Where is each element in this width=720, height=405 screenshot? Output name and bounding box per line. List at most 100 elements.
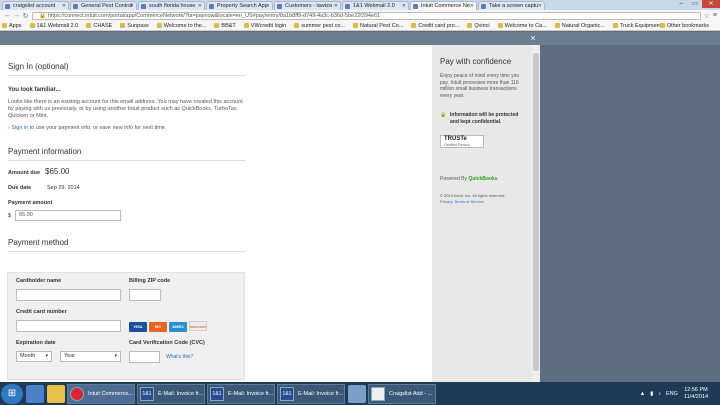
bookmark-item[interactable]: VWcredit login — [243, 23, 286, 29]
bookmark-label: summer pest co... — [301, 22, 345, 29]
bookmark-item[interactable]: Apps — [2, 23, 22, 29]
clock[interactable]: 12:56 PM 11/4/2014 — [684, 387, 708, 401]
bookmark-item[interactable]: Natural Pest Co... — [352, 23, 403, 29]
ie-icon[interactable] — [26, 384, 44, 403]
confidence-title: Pay with confidence — [440, 57, 512, 66]
language-indicator[interactable]: ENG — [666, 391, 678, 397]
window-close-icon[interactable]: ✕ — [702, 0, 720, 8]
bookmark-item[interactable]: Welcome to the... — [156, 22, 207, 29]
month-select[interactable]: Month ▾ — [16, 351, 52, 362]
bookmark-item[interactable]: CHASE — [86, 23, 112, 29]
taskbar-item[interactable]: 1&1 E-Mail: Invoice fr... — [137, 383, 205, 404]
bookmark-icon — [554, 23, 560, 28]
bookmark-icon — [294, 23, 300, 28]
scrollbar-thumb[interactable] — [533, 53, 539, 371]
maximize-icon[interactable]: ▭ — [688, 0, 702, 8]
bookmark-item[interactable]: 1&1 Webmail 2.0 — [29, 22, 79, 29]
tab-bar: craigslist account ✕ General Pest Control… — [0, 0, 720, 10]
close-tab-icon[interactable]: ✕ — [402, 2, 406, 10]
bookmark-icon — [352, 23, 358, 28]
familiar-heading: You look familiar... — [8, 87, 61, 93]
close-tab-icon[interactable]: ✕ — [130, 2, 134, 10]
system-tray: ▲ ▮ ♪ ENG 12:56 PM 11/4/2014 — [640, 382, 720, 405]
close-tab-icon[interactable]: ✕ — [198, 2, 202, 10]
bookmark-item[interactable]: BB&T — [214, 23, 236, 29]
payment-amount-input[interactable]: 65.00 — [15, 210, 121, 221]
tab-label: Property Search App — [217, 3, 268, 9]
browser-tab[interactable]: 1&1 Webmail 2.0 ✕ — [342, 1, 409, 10]
taskbar-item[interactable]: 1&1 E-Mail: Invoice fr... — [207, 383, 275, 404]
browser-tab[interactable]: Property Search App ✕ — [206, 1, 273, 10]
back-icon[interactable]: ← — [3, 12, 12, 19]
start-button[interactable]: ⊞ — [1, 383, 23, 404]
bookmark-label: Truck Equipment — [619, 22, 662, 29]
protected-text: Information will be protected and kept c… — [450, 112, 519, 125]
bookmark-item[interactable]: Sunpass — [120, 23, 149, 29]
close-tab-icon[interactable]: ✕ — [266, 2, 270, 10]
network-icon[interactable]: ▮ — [650, 391, 653, 397]
truste-label: TRUSTe — [444, 136, 467, 142]
other-bookmarks[interactable]: Other bookmarks — [659, 23, 709, 29]
clock-date: 11/4/2014 — [683, 393, 708, 400]
privacy-link[interactable]: Privacy — [440, 199, 453, 204]
divider — [8, 75, 246, 76]
url-input[interactable]: 🔒 https://connect.intuit.com/portal/app/C… — [32, 11, 701, 20]
bookmark-item[interactable]: summer pest co... — [294, 23, 345, 29]
signin-link[interactable]: Sign in — [11, 125, 28, 131]
taskbar-item[interactable]: Craigslist Add - ... — [368, 383, 436, 404]
expiration-label: Expiration date — [16, 340, 56, 346]
cvc-input[interactable] — [129, 351, 160, 363]
tray-up-icon[interactable]: ▲ — [640, 391, 645, 397]
terms-link[interactable]: Terms of Service — [454, 199, 484, 204]
bookmark-label: Welcome to the... — [163, 22, 207, 29]
browser-tab[interactable]: craigslist account ✕ — [2, 1, 69, 10]
taskbar-item[interactable]: Intuit Commerce... — [67, 383, 135, 404]
document-icon — [371, 386, 385, 401]
bookmark-star-icon[interactable]: ☆ — [704, 12, 710, 20]
bookmark-item[interactable]: Natural Organic... — [554, 23, 605, 29]
app-icon[interactable] — [348, 384, 366, 403]
bookmark-item[interactable]: Qvinci — [467, 23, 490, 29]
close-tab-icon[interactable]: ✕ — [334, 2, 338, 10]
reload-icon[interactable]: ↻ — [21, 12, 30, 20]
amount-due-label: Amount due — [8, 170, 41, 176]
bookmark-item[interactable]: Truck Equipment — [612, 22, 662, 29]
divider — [8, 251, 246, 252]
year-select[interactable]: Year ▾ — [60, 351, 121, 362]
favicon-icon — [345, 4, 350, 9]
menu-icon[interactable]: ≡ — [713, 12, 717, 19]
accepted-cards: VISA MC AMEX DISCOVER — [129, 321, 209, 332]
currency-symbol: $ — [8, 213, 12, 219]
signin-title: Sign In (optional) — [8, 62, 69, 71]
close-tab-icon[interactable]: ✕ — [62, 2, 66, 10]
minimize-icon[interactable]: – — [674, 0, 688, 8]
whats-this-link[interactable]: What's this? — [166, 354, 193, 360]
bookmark-item[interactable]: Welcome to Ca... — [497, 23, 547, 29]
browser-tab[interactable]: General Pest Control ✕ — [70, 1, 137, 10]
bookmark-item[interactable]: Credit card pro... — [411, 23, 459, 29]
close-tab-icon[interactable]: ✕ — [538, 2, 542, 10]
payment-modal: Sign In (optional) You look familiar... … — [0, 45, 540, 382]
browser-tab[interactable]: south florida house ✕ — [138, 1, 205, 10]
payment-form-column: Sign In (optional) You look familiar... … — [0, 45, 432, 382]
tab-label: Take a screen captu — [489, 3, 539, 9]
close-tab-icon[interactable]: ✕ — [470, 2, 474, 10]
taskbar-item[interactable]: 1&1 E-Mail: Invoice fr... — [277, 383, 345, 404]
browser-tab[interactable]: Customers - lawtza ✕ — [274, 1, 341, 10]
browser-tab-active[interactable]: Intuit Commerce Ne ✕ — [410, 1, 477, 10]
modal-close-icon[interactable]: × — [527, 32, 539, 44]
modal-scrollbar[interactable] — [532, 45, 540, 382]
bookmark-label: 1&1 Webmail 2.0 — [36, 22, 79, 29]
volume-icon[interactable]: ♪ — [658, 391, 661, 397]
folder-icon[interactable] — [47, 384, 65, 403]
truste-seal[interactable]: TRUSTe Certified Privacy — [440, 135, 484, 148]
window-controls: – ▭ ✕ — [674, 0, 720, 8]
familiar-text: Looks like there is an existing account … — [8, 99, 243, 119]
card-number-input[interactable] — [16, 320, 121, 332]
browser-tab[interactable]: Take a screen captu ✕ — [478, 1, 545, 10]
forward-icon[interactable]: → — [12, 12, 21, 19]
cardholder-input[interactable] — [16, 289, 121, 301]
zip-input[interactable] — [129, 289, 161, 301]
due-date-label: Due date — [8, 185, 32, 191]
bookmark-icon — [214, 23, 220, 28]
